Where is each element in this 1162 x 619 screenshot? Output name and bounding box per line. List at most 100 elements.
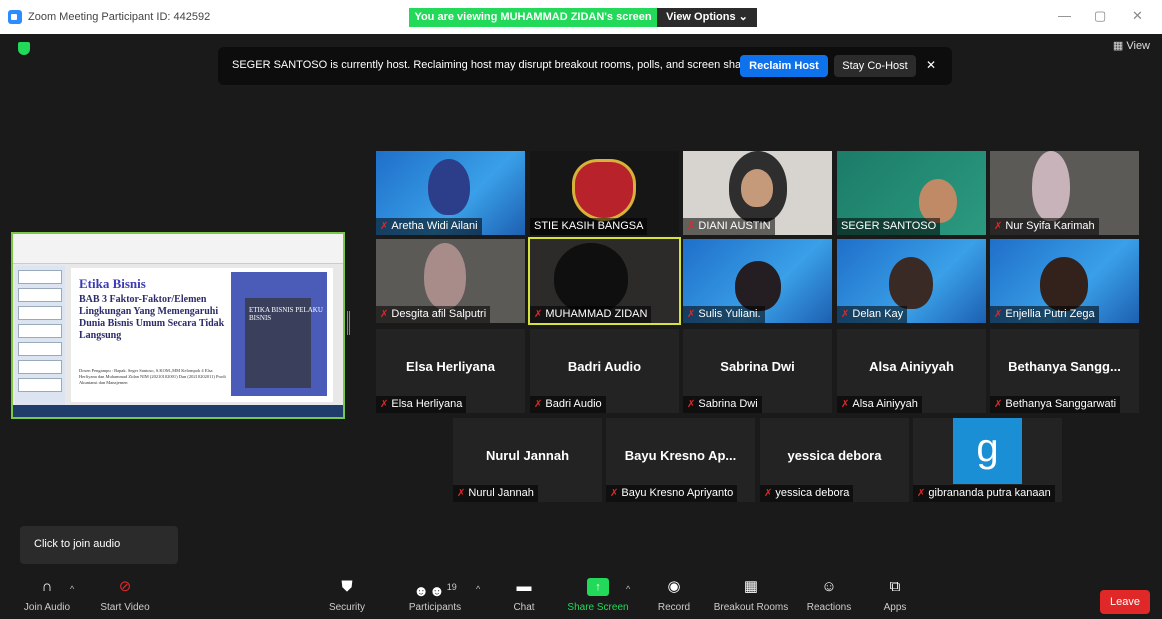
muted-mic-icon: ✗ [917,488,926,499]
video-tile[interactable]: ✗ Desgita afil Salputri [376,239,525,323]
participants-label: Participants [408,602,462,613]
muted-mic-icon: ✗ [687,399,696,410]
video-tile[interactable]: ✗ Enjellia Putri Zega [990,239,1139,323]
host-notice-message: SEGER SANTOSO is currently host. Reclaim… [232,59,751,71]
reclaim-host-button[interactable]: Reclaim Host [740,55,828,77]
breakout-rooms-button[interactable]: ▦ Breakout Rooms [712,578,790,613]
chat-icon: ▬ [516,578,532,595]
video-tile[interactable]: Bayu Kresno Ap... ✗ Bayu Kresno Apriyanto [606,418,755,502]
join-audio-label: Join Audio [23,602,71,613]
record-icon: ◉ [667,578,681,595]
share-screen-button[interactable]: ↑ Share Screen [566,578,630,613]
windows-taskbar [13,405,343,417]
apps-icon: ⧉ [889,578,901,595]
participant-display-name: Bayu Kresno Ap... [624,448,737,463]
video-tile[interactable]: Badri Audio ✗ Badri Audio [530,329,679,413]
security-label: Security [328,602,366,613]
participant-display-name: Bethanya Sangg... [1008,359,1121,374]
close-window-icon[interactable]: ✕ [1132,8,1143,24]
restore-icon[interactable]: ▢ [1094,8,1106,24]
zoom-app-icon [8,10,22,24]
active-speaker-video-tile[interactable]: ✗ MUHAMMAD ZIDAN [528,237,681,325]
breakout-rooms-icon: ▦ [743,578,759,595]
participant-name-label: ✗ gibrananda putra kanaan [913,485,1055,502]
video-tile[interactable]: STIE KASIH BANGSA [530,151,679,235]
share-options-caret-icon[interactable]: ^ [626,584,630,594]
participants-caret-icon[interactable]: ^ [476,584,480,594]
participant-name-label: ✗ yessica debora [760,485,854,502]
video-tile[interactable]: yessica debora ✗ yessica debora [760,418,909,502]
video-tile[interactable]: Elsa Herliyana ✗ Elsa Herliyana [376,329,525,413]
muted-mic-icon: ✗ [687,221,696,232]
college-emblem-image [572,159,636,221]
participants-button[interactable]: ☻☻ 19 Participants [404,578,466,613]
view-options-button[interactable]: View Options ⌄ [657,8,757,27]
audio-options-caret-icon[interactable]: ^ [70,584,74,594]
video-tile[interactable]: ✗ Delan Kay [837,239,986,323]
muted-mic-icon: ✗ [841,399,850,410]
close-notice-icon[interactable]: ✕ [926,58,936,72]
join-audio-tooltip: Click to join audio [20,526,178,564]
participant-display-name: Badri Audio [567,359,642,374]
stay-cohost-button[interactable]: Stay Co-Host [834,55,916,77]
participant-name-label: SEGER SANTOSO [837,218,941,235]
participant-display-name: yessica debora [787,448,882,463]
video-tile[interactable]: Sabrina Dwi ✗ Sabrina Dwi [683,329,832,413]
video-tile[interactable]: ✗ Aretha Widi Ailani [376,151,525,235]
share-screen-icon: ↑ [587,578,609,596]
slide-subtitle: BAB 3 Faktor-Faktor/Elemen Lingkungan Ya… [79,294,225,341]
record-button[interactable]: ◉ Record [652,578,696,613]
participant-avatar: g [953,418,1022,484]
participant-display-name: Nurul Jannah [485,448,570,463]
minimize-icon[interactable]: — [1058,8,1071,23]
participant-name-label: ✗ Sulis Yuliani. [683,306,765,323]
host-notice-bar: SEGER SANTOSO is currently host. Reclaim… [218,47,952,85]
video-tile[interactable]: Alsa Ainiyyah ✗ Alsa Ainiyyah [837,329,986,413]
record-label: Record [657,602,691,613]
breakout-rooms-label: Breakout Rooms [713,602,789,613]
muted-mic-icon: ✗ [994,221,1003,232]
muted-mic-icon: ✗ [457,488,466,499]
muted-mic-icon: ✗ [534,399,543,410]
view-layout-button[interactable]: ▦ View [1113,39,1150,52]
reactions-label: Reactions [806,602,852,613]
muted-mic-icon: ✗ [687,309,696,320]
powerpoint-ribbon [13,234,343,264]
participant-name-label: STIE KASIH BANGSA [530,218,648,235]
participant-name-label: ✗ Desgita afil Salputri [376,306,491,323]
participant-count: 19 [446,582,457,592]
participant-name-label: ✗ Nurul Jannah [453,485,538,502]
meeting-toolbar: ∩ Join Audio ^ ⊘ Start Video ⛊ Security … [0,572,1162,619]
split-view-handle[interactable] [347,311,350,335]
apps-button[interactable]: ⧉ Apps [878,578,912,613]
shared-screen[interactable]: Etika Bisnis BAB 3 Faktor-Faktor/Elemen … [11,232,345,419]
participant-name-label: ✗ Delan Kay [837,306,908,323]
video-tile[interactable]: Nurul Jannah ✗ Nurul Jannah [453,418,602,502]
muted-mic-icon: ✗ [534,309,543,320]
participant-name-label: ✗ Sabrina Dwi [683,396,762,413]
video-tile[interactable]: SEGER SANTOSO [837,151,986,235]
video-tile[interactable]: ✗ DIANI AUSTIN [683,151,832,235]
shield-icon: ⛊ [341,578,353,595]
slide-thumbnails-panel [15,266,65,406]
security-button[interactable]: ⛊ Security [322,578,372,613]
participant-name-label: ✗ Alsa Ainiyyah [837,396,922,413]
video-tile[interactable]: ✗ Nur Syifa Karimah [990,151,1139,235]
video-tile[interactable]: ✗ Sulis Yuliani. [683,239,832,323]
start-video-button[interactable]: ⊘ Start Video [92,578,158,613]
video-off-icon: ⊘ [118,578,132,595]
muted-mic-icon: ✗ [994,309,1003,320]
participant-name-label: ✗ MUHAMMAD ZIDAN [530,306,652,323]
participant-name-label: ✗ DIANI AUSTIN [683,218,775,235]
leave-button[interactable]: Leave [1100,590,1150,614]
video-tile[interactable]: g ✗ gibrananda putra kanaan [913,418,1062,502]
video-tile[interactable]: Bethanya Sangg... ✗ Bethanya Sanggarwati [990,329,1139,413]
book-cover-image: ETIKA BISNIS PELAKU BISNIS [231,272,327,396]
encryption-shield-icon[interactable] [18,42,30,55]
slide-footer: Dosen Pengampu : Bapak. Seger Santoso, S… [79,368,226,385]
participant-name-label: ✗ Enjellia Putri Zega [990,306,1099,323]
reactions-button[interactable]: ☺ Reactions [804,578,854,613]
muted-mic-icon: ✗ [380,399,389,410]
chat-label: Chat [513,602,535,613]
chat-button[interactable]: ▬ Chat [508,578,540,613]
